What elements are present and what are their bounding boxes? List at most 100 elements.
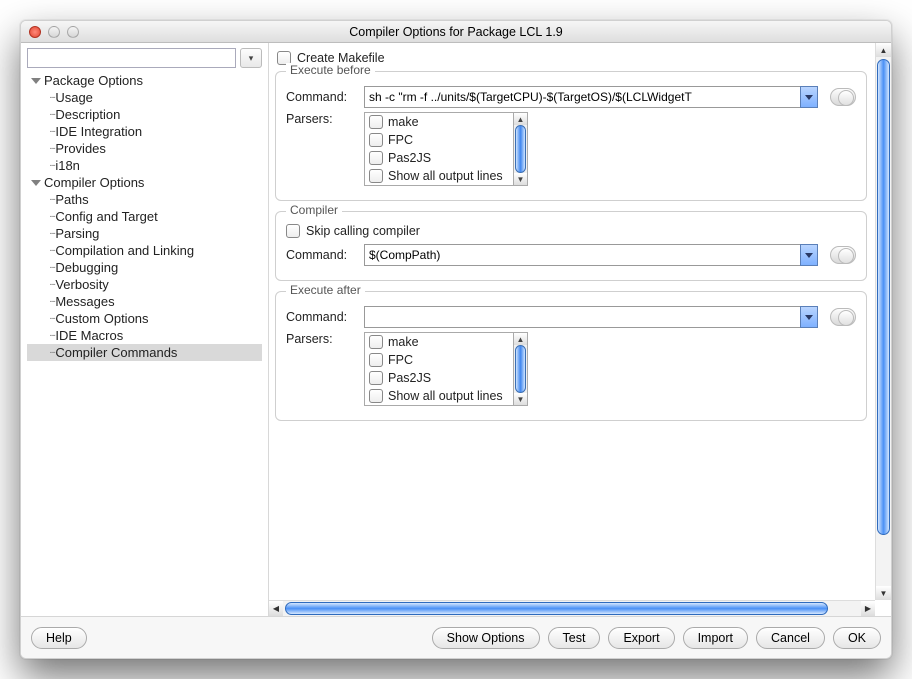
parser-label: make — [388, 114, 419, 130]
tree-item[interactable]: ····Usage — [27, 89, 262, 106]
compiler-command-input[interactable] — [364, 244, 800, 266]
list-item[interactable]: Pas2JS — [365, 149, 513, 167]
parser-checkbox[interactable] — [369, 335, 383, 349]
disclosure-triangle-icon — [31, 78, 41, 84]
scroll-thumb[interactable] — [515, 125, 526, 173]
tree-line-icon: ···· — [49, 259, 54, 276]
arrow-down-icon[interactable]: ▼ — [876, 586, 891, 600]
tree-item[interactable]: ····IDE Macros — [27, 327, 262, 344]
parser-checkbox[interactable] — [369, 353, 383, 367]
tree-item[interactable]: ····i18n — [27, 157, 262, 174]
parsers-label: Parsers: — [286, 112, 356, 126]
tree-item-label: Config and Target — [55, 208, 157, 225]
chevron-down-icon[interactable] — [800, 86, 818, 108]
exec-after-parsers-list[interactable]: makeFPCPas2JSShow all output lines — [364, 332, 514, 406]
exec-before-command-input[interactable] — [364, 86, 800, 108]
scroll-thumb[interactable] — [877, 59, 890, 535]
minimize-icon[interactable] — [48, 26, 60, 38]
tree-line-icon: ···· — [49, 106, 54, 123]
tree-item-label: Usage — [55, 89, 93, 106]
execute-before-group: Execute before Command: Parsers: makeFPC… — [275, 71, 867, 201]
compiler-browse-button[interactable] — [830, 246, 856, 264]
tree-item[interactable]: ····Config and Target — [27, 208, 262, 225]
cancel-button[interactable]: Cancel — [756, 627, 825, 649]
tree-group-label: Compiler Options — [44, 174, 144, 191]
titlebar: Compiler Options for Package LCL 1.9 — [21, 21, 891, 43]
list-item[interactable]: FPC — [365, 351, 513, 369]
tree-item[interactable]: ····Parsing — [27, 225, 262, 242]
arrow-down-icon[interactable]: ▼ — [514, 173, 527, 185]
tree-item[interactable]: ····Description — [27, 106, 262, 123]
parser-checkbox[interactable] — [369, 389, 383, 403]
tree-line-icon: ···· — [49, 225, 54, 242]
options-tree[interactable]: Package Options····Usage····Description·… — [27, 72, 262, 611]
list-item[interactable]: make — [365, 113, 513, 131]
tree-group[interactable]: Compiler Options — [27, 174, 262, 191]
list-item[interactable]: make — [365, 333, 513, 351]
export-button[interactable]: Export — [608, 627, 674, 649]
tree-item-label: IDE Integration — [55, 123, 142, 140]
exec-after-browse-button[interactable] — [830, 308, 856, 326]
parser-checkbox[interactable] — [369, 371, 383, 385]
filter-button[interactable]: ▾ — [240, 48, 262, 68]
group-title: Execute after — [286, 283, 365, 297]
tree-item[interactable]: ····Messages — [27, 293, 262, 310]
tree-item[interactable]: ····Provides — [27, 140, 262, 157]
exec-after-command-combo[interactable] — [364, 306, 818, 328]
close-icon[interactable] — [29, 26, 41, 38]
arrow-up-icon[interactable]: ▲ — [876, 43, 891, 57]
exec-before-parsers-list[interactable]: makeFPCPas2JSShow all output lines — [364, 112, 514, 186]
parser-label: Show all output lines — [388, 388, 503, 404]
ok-button[interactable]: OK — [833, 627, 881, 649]
import-button[interactable]: Import — [683, 627, 748, 649]
chevron-down-icon[interactable] — [800, 244, 818, 266]
search-input[interactable] — [27, 48, 236, 68]
tree-item[interactable]: ····Compilation and Linking — [27, 242, 262, 259]
tree-item-label: Debugging — [55, 259, 118, 276]
arrow-up-icon[interactable]: ▲ — [514, 113, 527, 125]
arrow-up-icon[interactable]: ▲ — [514, 333, 527, 345]
tree-line-icon: ···· — [49, 327, 54, 344]
show-options-button[interactable]: Show Options — [432, 627, 540, 649]
parser-checkbox[interactable] — [369, 169, 383, 183]
list-item[interactable]: FPC — [365, 131, 513, 149]
command-label: Command: — [286, 90, 356, 104]
tree-item[interactable]: ····Paths — [27, 191, 262, 208]
tree-item[interactable]: ····Compiler Commands — [27, 344, 262, 361]
scroll-thumb[interactable] — [285, 602, 828, 615]
horizontal-scrollbar[interactable]: ◀ ▶ — [269, 600, 875, 616]
tree-line-icon: ···· — [49, 191, 54, 208]
tree-group[interactable]: Package Options — [27, 72, 262, 89]
arrow-left-icon[interactable]: ◀ — [269, 601, 283, 616]
tree-group-label: Package Options — [44, 72, 143, 89]
exec-after-command-input[interactable] — [364, 306, 800, 328]
tree-item-label: Paths — [55, 191, 88, 208]
scrollbar[interactable]: ▲ ▼ — [514, 112, 528, 186]
arrow-down-icon[interactable]: ▼ — [514, 393, 527, 405]
list-item[interactable]: Show all output lines — [365, 387, 513, 405]
list-item[interactable]: Pas2JS — [365, 369, 513, 387]
scrollbar[interactable]: ▲ ▼ — [514, 332, 528, 406]
window-title: Compiler Options for Package LCL 1.9 — [21, 25, 891, 39]
tree-item[interactable]: ····Verbosity — [27, 276, 262, 293]
tree-item[interactable]: ····Custom Options — [27, 310, 262, 327]
skip-compiler-checkbox[interactable] — [286, 224, 300, 238]
disclosure-triangle-icon — [31, 180, 41, 186]
parser-checkbox[interactable] — [369, 151, 383, 165]
test-button[interactable]: Test — [548, 627, 601, 649]
chevron-down-icon[interactable] — [800, 306, 818, 328]
tree-line-icon: ···· — [49, 276, 54, 293]
exec-before-browse-button[interactable] — [830, 88, 856, 106]
scroll-thumb[interactable] — [515, 345, 526, 393]
parser-checkbox[interactable] — [369, 133, 383, 147]
parser-checkbox[interactable] — [369, 115, 383, 129]
tree-item[interactable]: ····IDE Integration — [27, 123, 262, 140]
compiler-command-combo[interactable] — [364, 244, 818, 266]
list-item[interactable]: Show all output lines — [365, 167, 513, 185]
tree-item[interactable]: ····Debugging — [27, 259, 262, 276]
exec-before-command-combo[interactable] — [364, 86, 818, 108]
help-button[interactable]: Help — [31, 627, 87, 649]
zoom-icon[interactable] — [67, 26, 79, 38]
arrow-right-icon[interactable]: ▶ — [861, 601, 875, 616]
vertical-scrollbar[interactable]: ▲ ▼ — [875, 43, 891, 600]
